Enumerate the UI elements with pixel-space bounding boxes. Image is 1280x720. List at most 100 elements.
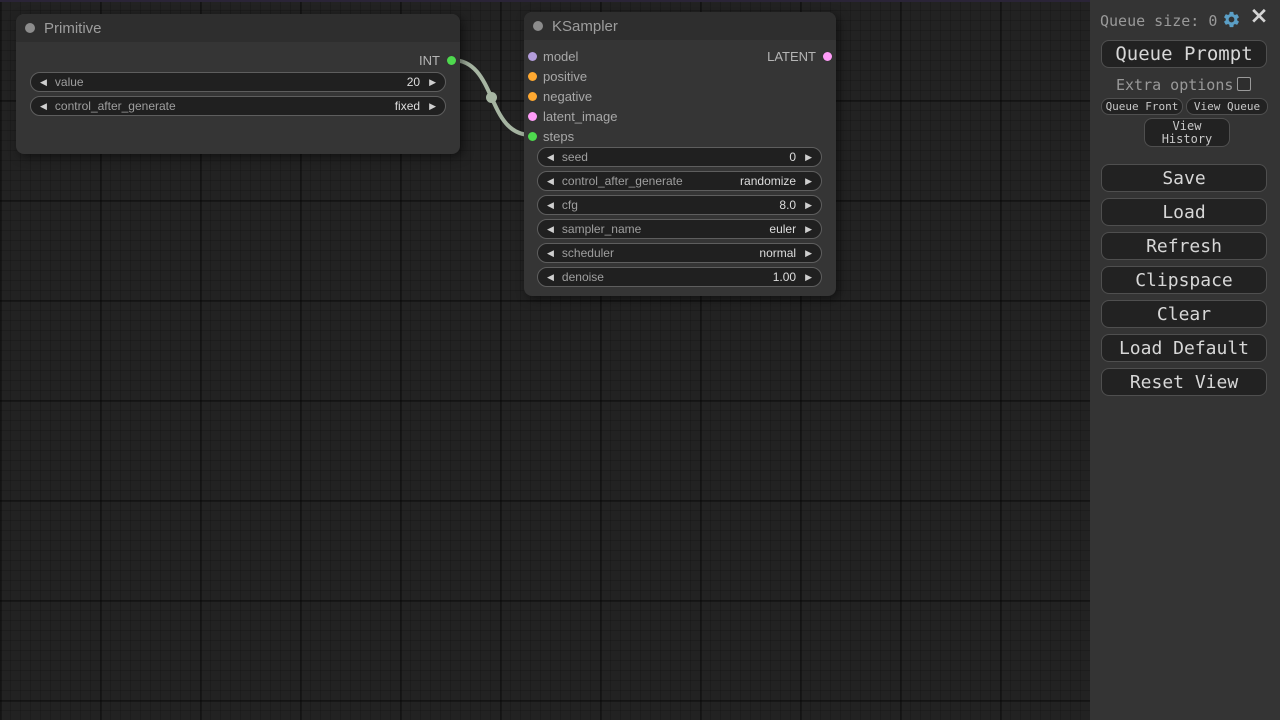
load-default-label: Load Default: [1119, 338, 1249, 359]
increment-arrow-icon[interactable]: ▶: [805, 153, 812, 162]
view-queue-label: View Queue: [1194, 100, 1260, 113]
input-port-steps-icon[interactable]: [528, 132, 537, 141]
node-primitive-titlebar[interactable]: Primitive: [16, 14, 460, 42]
load-label: Load: [1162, 202, 1205, 223]
widget-label: cfg: [562, 198, 578, 212]
increment-arrow-icon[interactable]: ▶: [805, 201, 812, 210]
widget-sampler-name[interactable]: ◀ sampler_name euler ▶: [537, 219, 822, 239]
decrement-arrow-icon[interactable]: ◀: [547, 177, 554, 186]
decrement-arrow-icon[interactable]: ◀: [547, 249, 554, 258]
widget-value-text: normal: [759, 246, 796, 260]
output-port-latent-icon[interactable]: [823, 52, 832, 61]
view-queue-button[interactable]: View Queue: [1186, 98, 1268, 115]
load-button[interactable]: Load: [1101, 198, 1267, 226]
extra-options-checkbox[interactable]: [1237, 77, 1251, 91]
increment-arrow-icon[interactable]: ▶: [805, 273, 812, 282]
widget-value-text: 8.0: [779, 198, 796, 212]
input-port-negative-icon[interactable]: [528, 92, 537, 101]
settings-gear-icon-path: [1224, 12, 1239, 27]
widget-value[interactable]: ◀ value 20 ▶: [30, 72, 446, 92]
widget-label: value: [55, 75, 84, 89]
extra-options-label: Extra options: [1116, 76, 1233, 94]
input-slot-label: positive: [543, 69, 587, 84]
decrement-arrow-icon[interactable]: ◀: [40, 102, 47, 111]
widget-label: seed: [562, 150, 588, 164]
input-slot-positive[interactable]: positive: [524, 66, 617, 86]
output-slot-latent[interactable]: LATENT: [767, 46, 836, 66]
node-title: Primitive: [44, 20, 102, 37]
widget-label: scheduler: [562, 246, 614, 260]
output-slot-int[interactable]: INT: [419, 50, 460, 70]
refresh-label: Refresh: [1146, 236, 1222, 257]
widget-value-text: 1.00: [773, 270, 796, 284]
increment-arrow-icon[interactable]: ▶: [429, 78, 436, 87]
input-slot-label: model: [543, 49, 578, 64]
widget-seed[interactable]: ◀ seed 0 ▶: [537, 147, 822, 167]
queue-size-label: Queue size: 0: [1100, 12, 1217, 30]
widget-label: control_after_generate: [562, 174, 683, 188]
input-port-positive-icon[interactable]: [528, 72, 537, 81]
clear-label: Clear: [1157, 304, 1211, 325]
input-port-model-icon[interactable]: [528, 52, 537, 61]
node-ksampler[interactable]: KSampler model positive negative latent_…: [524, 12, 836, 296]
widget-label: sampler_name: [562, 222, 641, 236]
decrement-arrow-icon[interactable]: ◀: [547, 153, 554, 162]
input-slot-model[interactable]: model: [524, 46, 617, 66]
widget-value-text: fixed: [395, 99, 420, 113]
increment-arrow-icon[interactable]: ▶: [805, 225, 812, 234]
widget-label: control_after_generate: [55, 99, 176, 113]
input-slot-label: steps: [543, 129, 574, 144]
decrement-arrow-icon[interactable]: ◀: [547, 201, 554, 210]
save-button[interactable]: Save: [1101, 164, 1267, 192]
input-slot-label: negative: [543, 89, 592, 104]
decrement-arrow-icon[interactable]: ◀: [40, 78, 47, 87]
view-history-label-line2: History: [1162, 133, 1213, 146]
node-title: KSampler: [552, 18, 618, 35]
output-port-int-icon[interactable]: [447, 56, 456, 65]
clipspace-label: Clipspace: [1135, 270, 1233, 291]
widget-cfg[interactable]: ◀ cfg 8.0 ▶: [537, 195, 822, 215]
widget-label: denoise: [562, 270, 604, 284]
output-slot-label: LATENT: [767, 49, 816, 64]
queue-prompt-button[interactable]: Queue Prompt: [1101, 40, 1267, 68]
load-default-button[interactable]: Load Default: [1101, 334, 1267, 362]
widget-value-text: 0: [789, 150, 796, 164]
clear-button[interactable]: Clear: [1101, 300, 1267, 328]
close-icon[interactable]: ×: [1248, 3, 1270, 29]
comfy-menu-panel: Queue size: 0 × Queue Prompt Extra optio…: [1090, 0, 1280, 720]
widget-scheduler[interactable]: ◀ scheduler normal ▶: [537, 243, 822, 263]
reset-view-label: Reset View: [1130, 372, 1238, 393]
queue-front-button[interactable]: Queue Front: [1101, 98, 1183, 115]
increment-arrow-icon[interactable]: ▶: [429, 102, 436, 111]
input-slot-negative[interactable]: negative: [524, 86, 617, 106]
canvas-top-edge: [0, 0, 1090, 2]
decrement-arrow-icon[interactable]: ◀: [547, 225, 554, 234]
widget-value-text: euler: [769, 222, 796, 236]
reset-view-button[interactable]: Reset View: [1101, 368, 1267, 396]
save-label: Save: [1162, 168, 1205, 189]
node-collapse-dot-icon[interactable]: [25, 23, 35, 33]
settings-gear-icon[interactable]: [1222, 10, 1241, 29]
widget-control-after-generate[interactable]: ◀ control_after_generate randomize ▶: [537, 171, 822, 191]
queue-prompt-label: Queue Prompt: [1115, 43, 1252, 65]
view-history-button[interactable]: View History: [1144, 118, 1230, 147]
widget-value-text: 20: [407, 75, 420, 89]
refresh-button[interactable]: Refresh: [1101, 232, 1267, 260]
widget-value-text: randomize: [740, 174, 796, 188]
widget-denoise[interactable]: ◀ denoise 1.00 ▶: [537, 267, 822, 287]
input-slot-label: latent_image: [543, 109, 617, 124]
increment-arrow-icon[interactable]: ▶: [805, 177, 812, 186]
node-ksampler-titlebar[interactable]: KSampler: [524, 12, 836, 40]
input-slot-latent-image[interactable]: latent_image: [524, 106, 617, 126]
view-history-label-line1: View: [1173, 120, 1202, 133]
input-slot-steps[interactable]: steps: [524, 126, 617, 146]
widget-control-after-generate[interactable]: ◀ control_after_generate fixed ▶: [30, 96, 446, 116]
node-collapse-dot-icon[interactable]: [533, 21, 543, 31]
output-slot-label: INT: [419, 53, 440, 68]
clipspace-button[interactable]: Clipspace: [1101, 266, 1267, 294]
input-port-latent-image-icon[interactable]: [528, 112, 537, 121]
node-primitive[interactable]: Primitive INT ◀ value 20 ▶ ◀ control_aft…: [16, 14, 460, 154]
decrement-arrow-icon[interactable]: ◀: [547, 273, 554, 282]
increment-arrow-icon[interactable]: ▶: [805, 249, 812, 258]
queue-front-label: Queue Front: [1106, 100, 1179, 113]
